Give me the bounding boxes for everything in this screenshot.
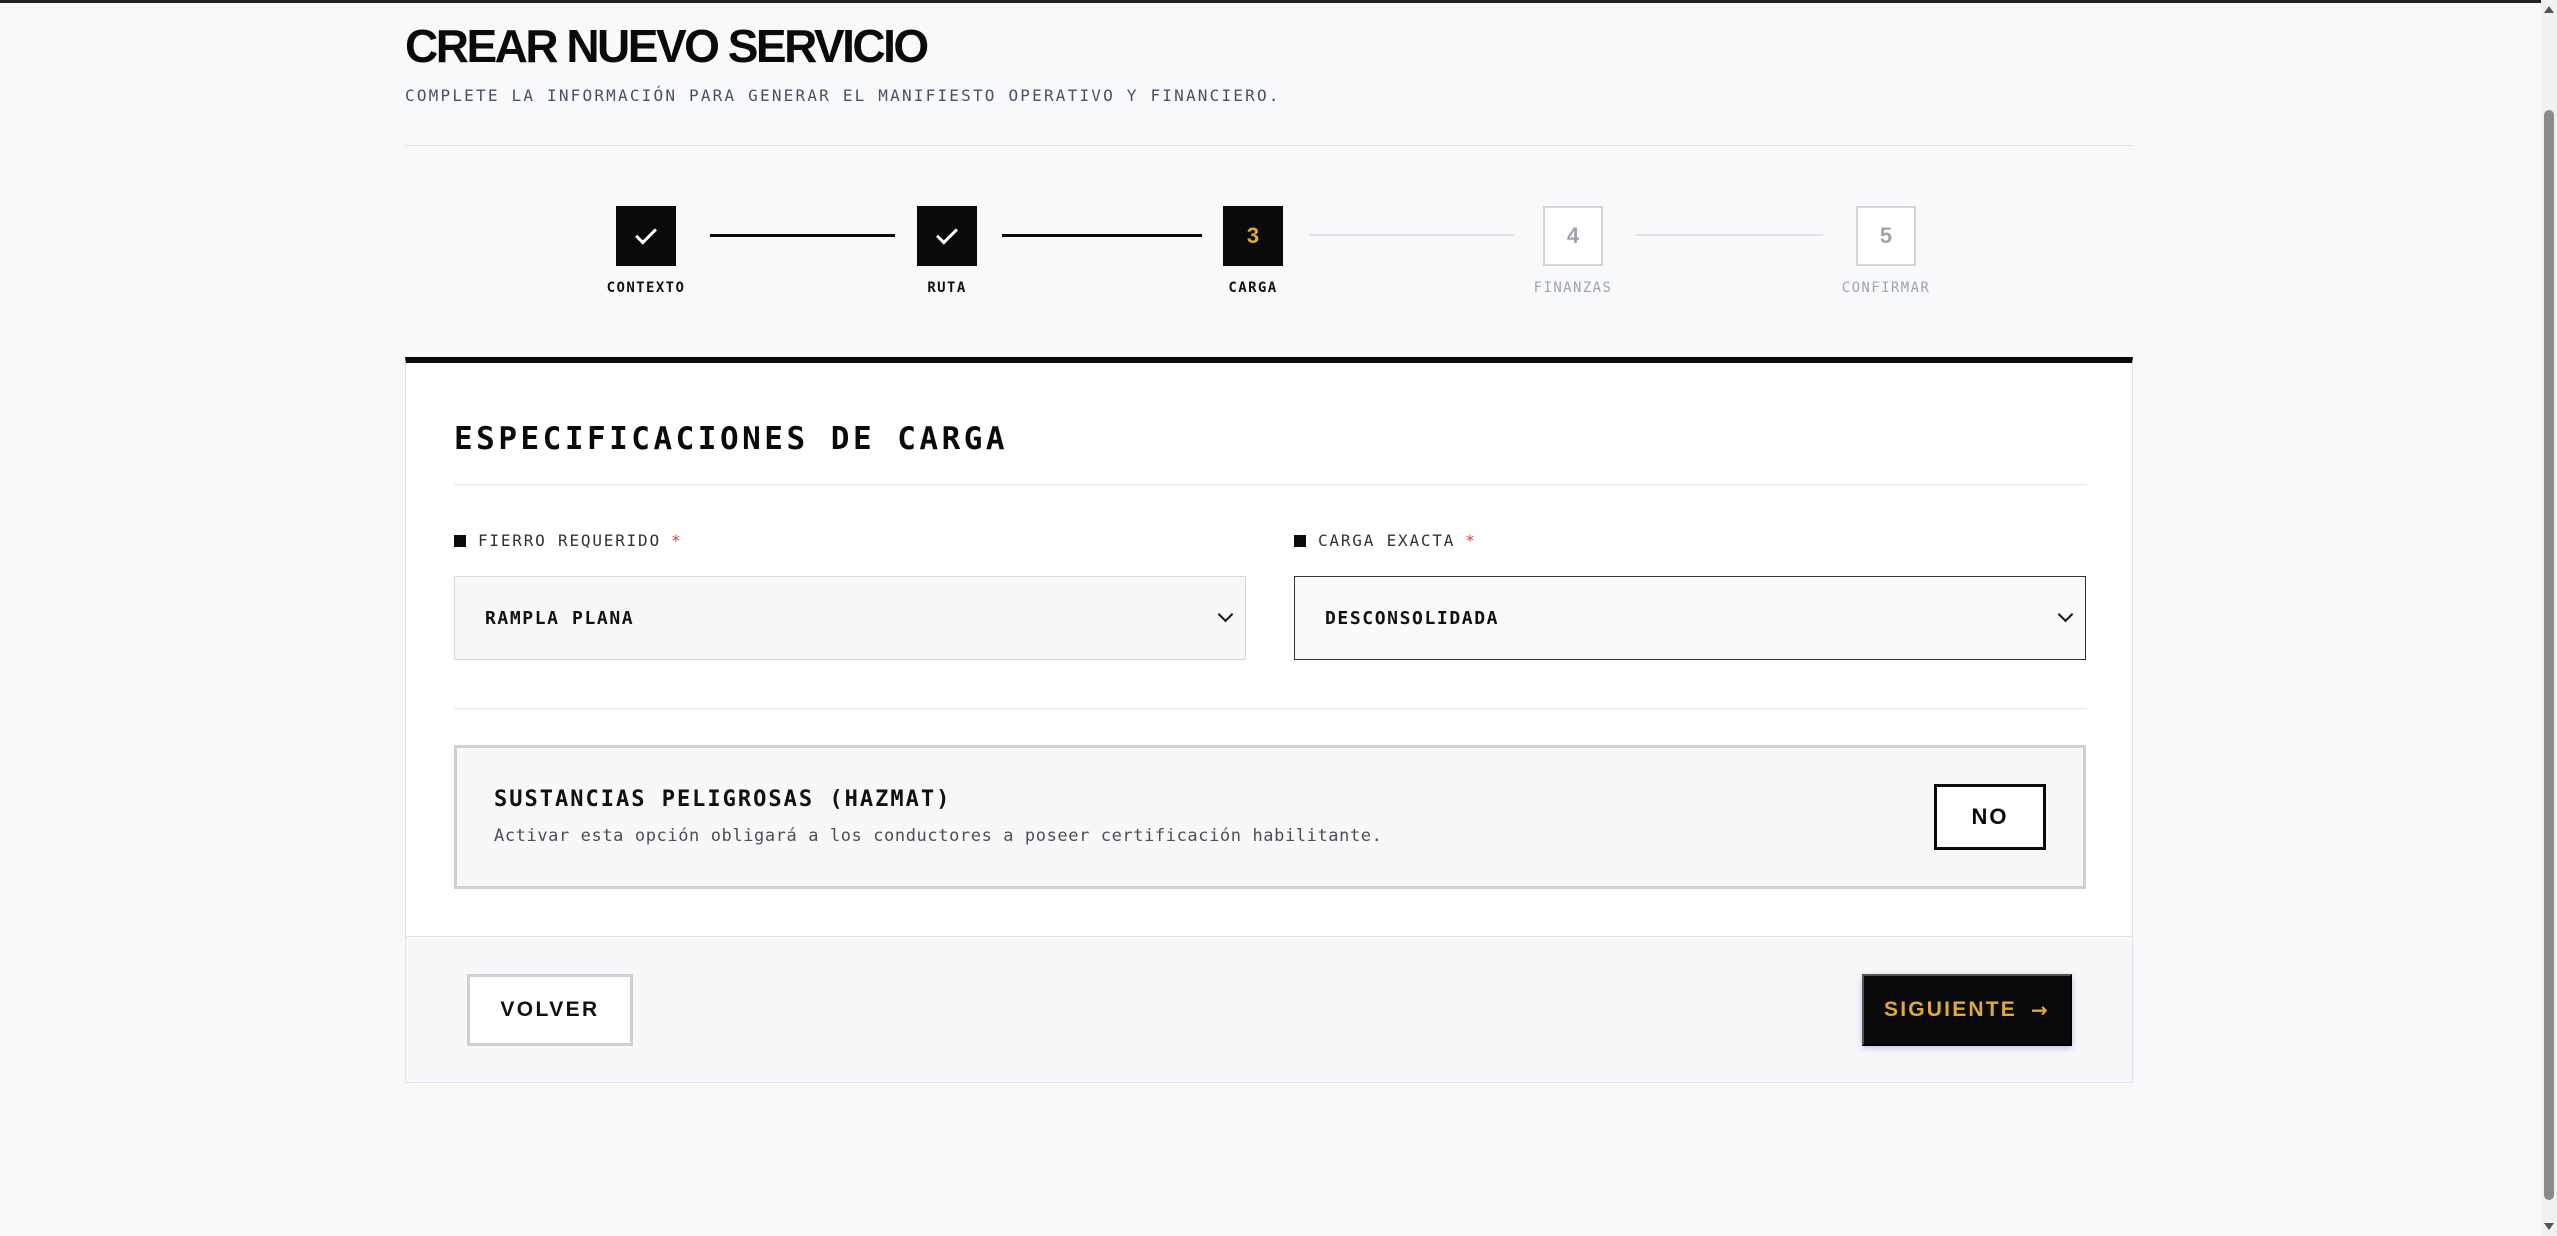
scrollbar-thumb[interactable] <box>2544 110 2554 1200</box>
card-divider <box>454 708 2086 709</box>
check-icon <box>635 222 657 245</box>
required-mark: * <box>670 531 683 550</box>
check-icon <box>936 222 958 245</box>
required-mark: * <box>1465 531 1477 550</box>
square-bullet-icon <box>454 534 466 547</box>
page-title: CREAR NUEVO SERVICIO <box>405 20 929 72</box>
step-label: FINANZAS <box>1533 280 1613 296</box>
square-bullet-icon <box>1294 534 1306 547</box>
fierro-select[interactable]: RAMPLA PLANA <box>454 576 1246 660</box>
scroll-down-arrow-icon[interactable] <box>2544 1223 2554 1230</box>
step-3-box: 3 <box>1223 206 1283 266</box>
card-footer: VOLVER SIGUIENTE → <box>406 936 2132 1082</box>
header-divider <box>405 145 2133 146</box>
step-label: CONFIRMAR <box>1841 280 1931 296</box>
step-1-box <box>616 206 676 266</box>
carga-select-value: DESCONSOLIDADA <box>1325 607 1500 629</box>
scrollbar[interactable] <box>2541 0 2557 1236</box>
step-connector-2 <box>1002 234 1202 237</box>
back-button[interactable]: VOLVER <box>467 974 633 1046</box>
next-button[interactable]: SIGUIENTE → <box>1862 974 2072 1046</box>
step-label: RUTA <box>927 280 967 296</box>
chevron-down-icon <box>2057 606 2074 623</box>
hazmat-title: SUSTANCIAS PELIGROSAS (HAZMAT) <box>494 787 952 812</box>
step-finanzas: 4 FINANZAS <box>1534 206 1611 296</box>
next-button-label: SIGUIENTE <box>1884 998 2017 1021</box>
card-divider <box>454 484 2086 485</box>
card-title: ESPECIFICACIONES DE CARGA <box>454 421 1009 457</box>
chevron-down-icon <box>1217 606 1234 623</box>
step-carga[interactable]: 3 CARGA <box>1223 206 1283 296</box>
step-4-box: 4 <box>1543 206 1603 266</box>
step-connector-4 <box>1636 234 1823 236</box>
cargo-specs-card: ESPECIFICACIONES DE CARGA FIERRO REQUERI… <box>405 357 2133 1083</box>
step-label: CONTEXTO <box>606 280 686 296</box>
hazmat-description: Activar esta opción obligará a los condu… <box>494 826 1383 846</box>
hazmat-panel: SUSTANCIAS PELIGROSAS (HAZMAT) Activar e… <box>454 745 2086 889</box>
step-confirmar: 5 CONFIRMAR <box>1842 206 1929 296</box>
step-label: CARGA <box>1228 280 1278 296</box>
carga-select[interactable]: DESCONSOLIDADA <box>1294 576 2086 660</box>
fierro-label-text: FIERRO REQUERIDO <box>478 531 661 550</box>
fierro-select-value: RAMPLA PLANA <box>485 607 635 629</box>
step-connector-3 <box>1309 234 1514 236</box>
carga-label: CARGA EXACTA * <box>1294 531 1477 550</box>
fierro-label: FIERRO REQUERIDO * <box>454 531 682 550</box>
top-rule <box>0 0 2557 3</box>
step-connector-1 <box>710 234 895 237</box>
page-subtitle: COMPLETE LA INFORMACIÓN PARA GENERAR EL … <box>405 86 1281 105</box>
carga-label-text: CARGA EXACTA <box>1318 531 1456 550</box>
step-ruta[interactable]: RUTA <box>917 206 977 296</box>
hazmat-toggle-button[interactable]: NO <box>1934 784 2046 850</box>
arrow-right-icon: → <box>2031 998 2050 1022</box>
step-2-box <box>917 206 977 266</box>
step-contexto[interactable]: CONTEXTO <box>607 206 684 296</box>
scroll-up-arrow-icon[interactable] <box>2544 6 2554 13</box>
step-5-box: 5 <box>1856 206 1916 266</box>
